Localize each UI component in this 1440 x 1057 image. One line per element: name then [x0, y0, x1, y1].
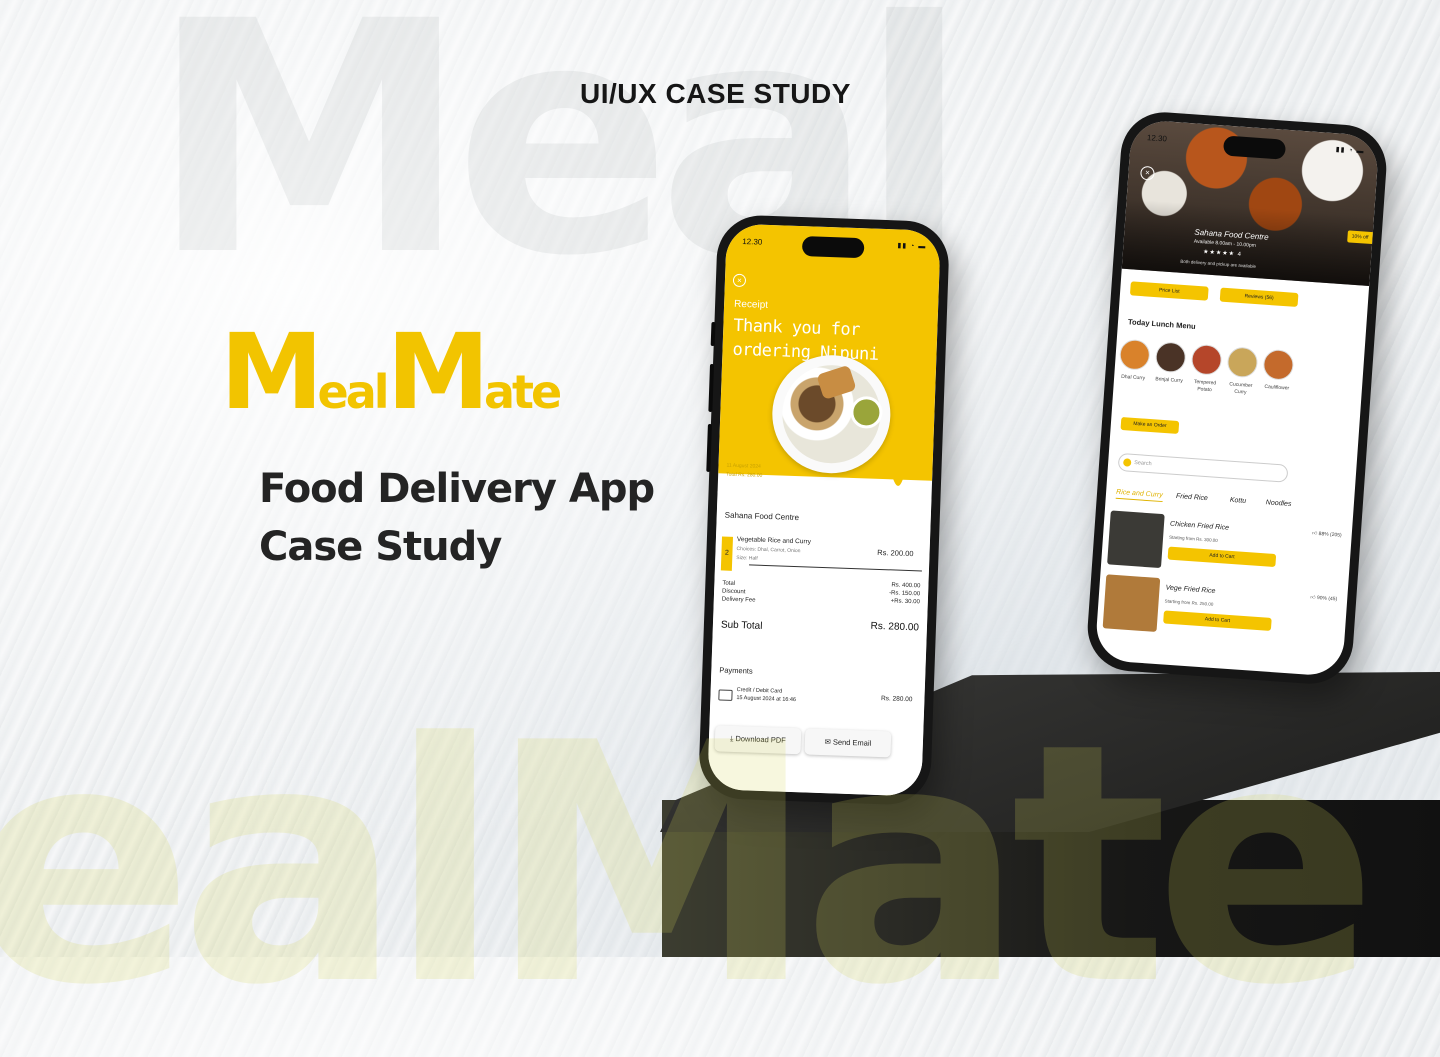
delivery-value: +Rs. 30.00: [890, 598, 920, 606]
sub-total-value: Rs. 280.00: [870, 620, 920, 634]
totals-values: Rs. 400.00 -Rs. 150.00 +Rs. 30.00: [889, 581, 921, 606]
like-value: 90% (45): [1316, 595, 1338, 603]
logo-part2: ate: [484, 365, 562, 419]
search-placeholder: Search: [1134, 459, 1152, 468]
dish-image: [1226, 346, 1259, 379]
food-name: Chicken Fried Rice: [1169, 520, 1230, 532]
item-details: Choices: Dhal, Carrot, Onion Size: Half: [736, 545, 801, 565]
logo-part1: eal: [317, 365, 390, 419]
app-logo: MealMate: [220, 320, 562, 424]
order-total: Total Rs. 280.00: [726, 471, 763, 479]
tab-noodles[interactable]: Noodles: [1266, 499, 1292, 508]
dish-name: Brinjal Curry: [1155, 376, 1184, 385]
dish-item[interactable]: Brinjal Curry: [1154, 341, 1187, 385]
status-icons: ▮▮ ◔ ▬: [897, 242, 927, 251]
tab-fried-rice[interactable]: Fried Rice: [1176, 493, 1208, 502]
dish-item[interactable]: Tempered Potato: [1189, 343, 1223, 395]
subtitle-line1: Food Delivery App: [259, 466, 655, 512]
reviews-button[interactable]: Reviews (56): [1219, 287, 1299, 307]
list-item: Vege Fried Rice 👍︎ 90% (45) Starting fro…: [1096, 574, 1348, 651]
like-rating: 👍︎ 90% (45): [1310, 595, 1337, 603]
delivery-label: Delivery Fee: [721, 596, 756, 604]
search-input[interactable]: Search: [1117, 452, 1289, 483]
menu-screen: 12.30 ▮▮ ◔ ▬ × Sahana Food Centre Availa…: [1094, 119, 1380, 677]
subtitle-line2: Case Study: [259, 524, 502, 570]
like-value: 88% (205): [1318, 531, 1342, 539]
make-order-button[interactable]: Make an Order: [1120, 416, 1180, 434]
category-tabs: Rice and Curry Fried Rice Kottu Noodles: [1115, 488, 1294, 508]
status-time: 12.30: [742, 236, 763, 247]
add-to-cart-button[interactable]: Add to Cart: [1167, 546, 1277, 568]
item-quantity: 2: [720, 536, 734, 571]
dynamic-island: [801, 236, 865, 259]
item-price: Rs. 200.00: [877, 547, 914, 559]
dynamic-island: [1222, 135, 1287, 160]
like-rating: 👍︎ 88% (205): [1312, 531, 1342, 539]
today-menu-title: Today Lunch Menu: [1127, 317, 1196, 331]
price-list-button[interactable]: Price List: [1129, 281, 1209, 301]
phone-button: [706, 423, 712, 473]
food-name: Vege Fried Rice: [1165, 584, 1216, 595]
food-image: [1107, 510, 1165, 569]
menu-phone: 12.30 ▮▮ ◔ ▬ × Sahana Food Centre Availa…: [1084, 109, 1390, 687]
dish-image: [1262, 348, 1295, 381]
tab-rice-and-curry[interactable]: Rice and Curry: [1115, 488, 1163, 503]
dish-name: Tempered Potato: [1193, 378, 1217, 394]
dish-item[interactable]: Cauliflower: [1262, 348, 1295, 393]
phone-button: [708, 363, 715, 413]
status-time: 12.30: [1146, 133, 1168, 144]
logo-m2: M: [386, 311, 490, 433]
totals-labels: Total Discount Delivery Fee: [722, 580, 757, 605]
offer-badge: 10% off: [1347, 230, 1373, 245]
dish-item[interactable]: Dhal Curry: [1118, 338, 1151, 383]
dish-name: Cucumber Curry: [1229, 381, 1253, 396]
dish-image: [1154, 341, 1187, 374]
dish-image: [1118, 338, 1151, 371]
search-icon: [1122, 457, 1132, 467]
subtitle: Food Delivery App Case Study: [259, 460, 655, 576]
dish-name: Dhal Curry: [1121, 373, 1146, 382]
starting-price: Starting from Rs. 250.00: [1164, 598, 1214, 607]
dish-name: Cauliflower: [1264, 383, 1290, 392]
background-word-bottom: ealMate: [0, 673, 1378, 1057]
receipt-label: Receipt: [733, 298, 769, 311]
page-heading: UI/UX CASE STUDY: [580, 78, 851, 109]
dish-image: [1190, 343, 1223, 376]
sub-total-label: Sub Total: [720, 619, 763, 632]
add-to-cart-button[interactable]: Add to Cart: [1163, 610, 1272, 631]
dish-item[interactable]: Cucumber Curry: [1225, 346, 1259, 397]
tab-kottu[interactable]: Kottu: [1230, 497, 1247, 505]
starting-price: Starting from Rs. 300.00: [1168, 534, 1218, 544]
phone-button: [710, 321, 716, 347]
receipt-date: 11 August 2024 Total Rs. 280.00: [726, 462, 763, 481]
logo-m1: M: [220, 311, 323, 433]
food-image: [1102, 574, 1161, 632]
